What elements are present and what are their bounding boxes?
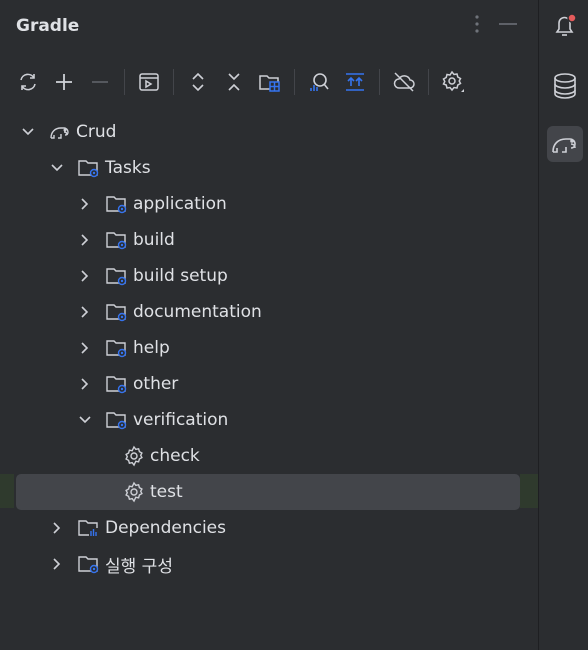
database-button[interactable]	[547, 68, 583, 104]
gradle-elephant-icon	[552, 138, 576, 153]
tree-node-test[interactable]: test	[0, 474, 538, 510]
gradle-button[interactable]	[547, 126, 583, 162]
tree-label: test	[150, 482, 183, 502]
task-folder-icon	[105, 192, 129, 216]
tree-label: Dependencies	[105, 518, 226, 538]
tree-node-build[interactable]: build	[0, 222, 538, 258]
chevron-right-icon[interactable]	[49, 520, 65, 536]
tree-node-check[interactable]: check	[0, 438, 538, 474]
remove-icon[interactable]	[82, 64, 118, 100]
chevron-right-icon[interactable]	[77, 232, 93, 248]
tree-node-documentation[interactable]: documentation	[0, 294, 538, 330]
chevron-down-icon[interactable]	[20, 124, 36, 140]
upload-icon[interactable]	[337, 64, 373, 100]
more-options-icon[interactable]	[474, 14, 480, 34]
tree-node-tasks[interactable]: Tasks	[0, 150, 538, 186]
task-folder-icon	[105, 372, 129, 396]
task-folder-icon	[105, 300, 129, 324]
run-config-icon[interactable]	[131, 64, 167, 100]
tree-node-verification[interactable]: verification	[0, 402, 538, 438]
chevron-right-icon[interactable]	[77, 376, 93, 392]
right-tool-strip	[538, 0, 588, 650]
task-folder-icon	[105, 336, 129, 360]
notifications-button[interactable]	[547, 8, 583, 44]
offline-icon[interactable]	[386, 64, 422, 100]
toolbar	[10, 64, 471, 100]
panel-title: Gradle	[16, 16, 80, 36]
tree-label: build setup	[133, 266, 228, 286]
tree-label: application	[133, 194, 227, 214]
tree-node-run-configs[interactable]: 실행 구성	[0, 546, 538, 582]
chevron-down-icon[interactable]	[49, 160, 65, 176]
folder-grid-icon[interactable]	[252, 64, 288, 100]
tree-label: documentation	[133, 302, 262, 322]
chevron-right-icon[interactable]	[77, 304, 93, 320]
tree-node-application[interactable]: application	[0, 186, 538, 222]
database-icon	[554, 73, 576, 99]
tree-node-dependencies[interactable]: Dependencies	[0, 510, 538, 546]
tree-label: verification	[133, 410, 229, 430]
chevron-down-icon[interactable]	[77, 412, 93, 428]
task-folder-icon	[77, 552, 101, 576]
task-folder-icon	[105, 264, 129, 288]
chevron-right-icon[interactable]	[49, 556, 65, 572]
tree-label: check	[150, 446, 200, 466]
tree-label: Tasks	[105, 158, 151, 178]
expand-all-icon[interactable]	[180, 64, 216, 100]
tree-label: other	[133, 374, 179, 394]
reload-icon[interactable]	[10, 64, 46, 100]
chevron-right-icon[interactable]	[77, 268, 93, 284]
gear-icon	[122, 444, 146, 468]
add-icon[interactable]	[46, 64, 82, 100]
gradle-panel: Gradle Crud Tasks application build buil…	[0, 0, 538, 650]
tree-node-build-setup[interactable]: build setup	[0, 258, 538, 294]
collapse-all-icon[interactable]	[216, 64, 252, 100]
gear-icon	[122, 480, 146, 504]
dependencies-folder-icon	[77, 516, 101, 540]
chevron-right-icon[interactable]	[77, 196, 93, 212]
task-folder-icon	[77, 156, 101, 180]
chevron-right-icon[interactable]	[77, 340, 93, 356]
tree-label: help	[133, 338, 170, 358]
tree-label: 실행 구성	[105, 556, 173, 577]
task-folder-icon	[105, 228, 129, 252]
bell-icon	[555, 13, 577, 36]
gradle-elephant-icon	[48, 120, 72, 144]
settings-icon[interactable]	[435, 64, 471, 100]
task-folder-icon	[105, 408, 129, 432]
tree-label: build	[133, 230, 175, 250]
gradle-tree: Crud Tasks application build build setup	[0, 114, 538, 582]
tree-node-crud[interactable]: Crud	[0, 114, 538, 150]
minimize-icon[interactable]	[498, 14, 518, 34]
tree-node-other[interactable]: other	[0, 366, 538, 402]
tree-node-help[interactable]: help	[0, 330, 538, 366]
tree-label: Crud	[76, 122, 117, 142]
analyze-icon[interactable]	[301, 64, 337, 100]
